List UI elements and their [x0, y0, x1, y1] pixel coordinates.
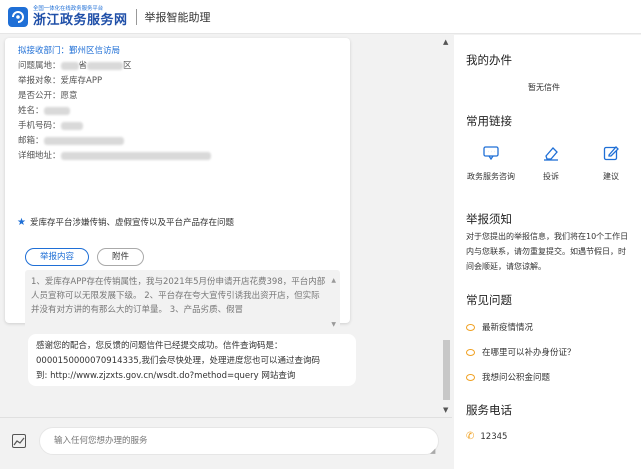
chat-icon	[466, 143, 516, 163]
faq-item[interactable]: 我想问公积金问题	[466, 371, 550, 383]
phone-icon: ✆	[466, 431, 475, 442]
location-end: 区	[123, 61, 132, 71]
public-label: 是否公开：	[18, 91, 61, 101]
public-value: 愿意	[60, 91, 78, 101]
faq-item[interactable]: 最新疫情情况	[466, 321, 533, 333]
link-suggestion[interactable]: 建议	[586, 143, 636, 183]
right-panel: 我的办件 暂无信件 常用链接 政务服务咨询 投诉 建议 举报须知 对于您提出的举…	[454, 35, 641, 469]
my-items-empty: 暂无信件	[528, 83, 560, 92]
redacted-value	[43, 136, 124, 145]
tab-report-content[interactable]: 举报内容	[25, 248, 90, 266]
tab-attachment[interactable]: 附件	[97, 248, 145, 266]
faq-title: 常见问题	[466, 293, 512, 307]
note-text: 爱库存平台涉嫌传销、虚假宣传以及平台产品存在问题	[29, 218, 234, 228]
faq-item-label: 在哪里可以补办身份证？	[482, 348, 576, 358]
header-divider	[135, 8, 137, 25]
message-text: 感谢您的配合，您反馈的问题信件已经提交成功。信件查询码是：	[36, 341, 283, 351]
faq-item-label: 最新疫情情况	[482, 323, 534, 333]
redacted-value	[60, 121, 83, 130]
report-note: ★ 爱库存平台涉嫌传销、虚假宣传以及平台产品存在问题	[17, 216, 234, 228]
name-label: 姓名：	[18, 106, 44, 116]
location-label: 问题属地：	[18, 61, 61, 71]
question-bubble-icon	[466, 323, 475, 331]
receiving-dept: 拟接收部门：鄞州区信访局	[18, 46, 121, 56]
chart-icon[interactable]	[12, 434, 26, 448]
edit-icon	[586, 143, 636, 163]
links-title: 常用链接	[466, 114, 512, 128]
message-link[interactable]: 到: http://www.zjzxts.gov.cn/wsdt.do?meth…	[36, 369, 348, 384]
redacted-value	[87, 61, 124, 70]
email-row: 邮箱：	[18, 134, 124, 146]
assistant-message: 感谢您的配合，您反馈的问题信件已经提交成功。信件查询码是： 0000150000…	[28, 334, 356, 386]
report-tabs: 举报内容 附件	[25, 248, 145, 266]
redacted-value	[43, 106, 70, 115]
address-row: 详细地址：	[18, 149, 211, 161]
zhejiang-logo-icon[interactable]	[8, 6, 28, 27]
target-row: 举报对象：爱库存APP	[18, 74, 102, 86]
link-consult[interactable]: 政务服务咨询	[466, 143, 516, 183]
question-bubble-icon	[466, 348, 475, 356]
link-complaint[interactable]: 投诉	[526, 143, 576, 183]
my-items-title: 我的办件	[466, 53, 512, 67]
public-row: 是否公开：愿意	[18, 89, 78, 101]
logo-text[interactable]: 全国一体化在线政务服务平台 浙江政务服务网	[33, 6, 128, 27]
report-summary-card: 拟接收部门：鄞州区信访局 问题属地： 省 区 举报对象：爱库存APP 是否公开：愿意…	[5, 38, 350, 338]
link-suggestion-label: 建议	[603, 172, 619, 181]
link-complaint-label: 投诉	[543, 172, 559, 181]
question-bubble-icon	[466, 373, 475, 381]
eraser-icon	[526, 143, 576, 163]
report-content-box[interactable]: 1、爱库存APP存在传销属性，我与2021年5月份申请开店花费398，平台内部人…	[25, 270, 340, 338]
service-search-input[interactable]	[39, 427, 439, 455]
notice-title: 举报须知	[466, 212, 512, 226]
phone-label: 手机号码：	[18, 121, 61, 131]
target-value: 爱库存APP	[60, 76, 103, 86]
name-row: 姓名：	[18, 104, 70, 116]
page-title: 举报智能助理	[144, 10, 211, 24]
chat-scroll-up-icon[interactable]: ▲	[443, 38, 448, 46]
logo-title: 浙江政务服务网	[33, 13, 128, 28]
phone-row: 手机号码：	[18, 119, 83, 131]
content-scroll-down-icon[interactable]: ▼	[331, 318, 336, 332]
faq-item-label: 我想问公积金问题	[482, 373, 551, 383]
logo-subtitle: 全国一体化在线政务服务平台	[33, 5, 104, 12]
message-code: 0000150000070914335,我们会尽快处理，处理进度您也可以通过查询…	[36, 356, 320, 366]
link-consult-label: 政务服务咨询	[467, 172, 515, 181]
phone-title: 服务电话	[466, 403, 512, 417]
resize-handle-icon[interactable]: ◢	[430, 447, 435, 455]
redacted-value	[60, 61, 79, 70]
star-icon: ★	[17, 217, 26, 228]
content-scroll-up-icon[interactable]: ▲	[331, 274, 336, 288]
address-label: 详细地址：	[18, 151, 61, 161]
email-label: 邮箱：	[18, 136, 44, 146]
quick-links: 政务服务咨询 投诉 建议	[466, 143, 636, 183]
notice-text: 对于您提出的举报信息，我们将在10个工作日内与您联系，请勿重复提交。如遇节假日，…	[466, 232, 629, 271]
redacted-value	[60, 151, 211, 160]
chat-scrollbar-thumb[interactable]	[443, 340, 450, 400]
faq-item[interactable]: 在哪里可以补办身份证？	[466, 346, 576, 358]
location-row: 问题属地： 省 区	[18, 59, 132, 71]
top-header: 全国一体化在线政务服务平台 浙江政务服务网 举报智能助理	[0, 0, 641, 34]
service-phone[interactable]: ✆ 12345	[466, 431, 507, 442]
location-mid: 省	[78, 61, 88, 71]
chat-scroll-down-icon[interactable]: ▼	[443, 406, 448, 414]
target-label: 举报对象：	[18, 76, 61, 86]
report-content-text: 1、爱库存APP存在传销属性，我与2021年5月份申请开店花费398，平台内部人…	[31, 277, 326, 315]
service-phone-number: 12345	[480, 431, 508, 442]
